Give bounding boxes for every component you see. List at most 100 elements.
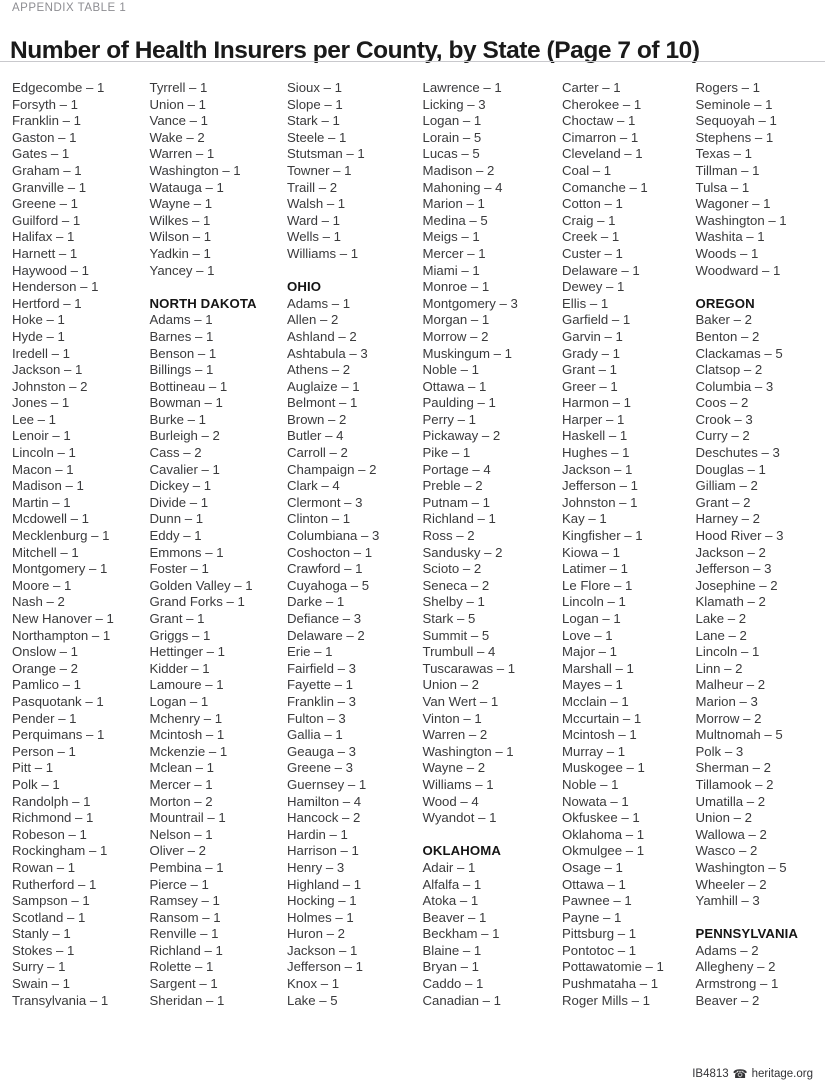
county-entry: Warren – 2 xyxy=(422,727,488,743)
county-entry: Haywood – 1 xyxy=(12,262,89,278)
county-entry: Polk – 3 xyxy=(695,743,744,759)
county-entry: Emmons – 1 xyxy=(149,544,224,560)
county-columns: Edgecombe – 1 Forsyth – 1 Franklin – 1 Gast… xyxy=(0,80,825,1025)
county-entry: Carter – 1 xyxy=(562,80,621,95)
county-entry: Johnston – 2 xyxy=(12,378,88,394)
column-spacer xyxy=(150,279,276,296)
county-entry: Marion – 3 xyxy=(695,693,758,709)
county-entry: Pitt – 1 xyxy=(12,760,54,776)
county-entry: Orange – 2 xyxy=(12,660,78,676)
county-entry: Pender – 1 xyxy=(12,710,77,726)
county-entry: Lane – 2 xyxy=(695,627,747,643)
county-entry: Clackamas – 5 xyxy=(695,345,783,361)
county-entry: Douglas – 1 xyxy=(695,461,766,477)
county-entry: Billings – 1 xyxy=(149,362,214,378)
county-entry: Ellis – 1 xyxy=(562,295,609,311)
column-4: Lawrence – 1 Licking – 3 Logan – 1 Lorain –… xyxy=(413,80,551,1009)
county-entry: Clinton – 1 xyxy=(287,511,351,527)
county-entry: Lee – 1 xyxy=(12,411,56,427)
county-entry: Creek – 1 xyxy=(562,229,620,245)
title-divider xyxy=(0,61,825,62)
county-entry: Pierce – 1 xyxy=(149,876,209,892)
county-entry: Clark – 4 xyxy=(287,478,340,494)
county-entry: Pickaway – 2 xyxy=(422,428,501,444)
county-entry: Harper – 1 xyxy=(562,411,625,427)
county-entry: Stanly – 1 xyxy=(12,926,71,942)
county-entry: Columbiana – 3 xyxy=(287,528,380,544)
county-entry: Sioux – 1 xyxy=(287,80,342,95)
county-entry: Rowan – 1 xyxy=(12,859,76,875)
county-entry: Scotland – 1 xyxy=(12,909,86,925)
county-entry: Washington – 1 xyxy=(695,212,787,228)
county-entry: Scioto – 2 xyxy=(422,561,482,577)
county-entry: Carroll – 2 xyxy=(287,445,348,461)
county-entry: Lamoure – 1 xyxy=(149,677,224,693)
county-entry: Dunn – 1 xyxy=(149,511,204,527)
county-entry: Roger Mills – 1 xyxy=(562,992,650,1008)
county-entry: Nowata – 1 xyxy=(562,793,629,809)
page-footer: IB4813 ☎ heritage.org xyxy=(692,1068,813,1080)
county-entry: Canadian – 1 xyxy=(422,992,501,1008)
heritage-mark-icon: ☎ xyxy=(732,1067,748,1081)
county-entry: Clermont – 3 xyxy=(287,494,363,510)
county-entry: Wallowa – 2 xyxy=(695,826,767,842)
county-entry: Cavalier – 1 xyxy=(149,461,220,477)
county-entry: Wake – 2 xyxy=(149,129,205,145)
county-entry: Morgan – 1 xyxy=(422,312,490,328)
county-entry: Monroe – 1 xyxy=(422,279,490,295)
county-entry: Linn – 2 xyxy=(695,660,743,676)
county-entry: Jackson – 2 xyxy=(695,544,766,560)
county-entry: Lake – 2 xyxy=(695,611,747,626)
county-entry: New Hanover – 1 xyxy=(12,611,114,626)
county-entry: Jefferson – 1 xyxy=(287,959,364,975)
county-entry: Beaver – 2 xyxy=(695,992,760,1008)
county-entry: Bottineau – 1 xyxy=(149,378,228,394)
county-entry: Muskogee – 1 xyxy=(562,760,645,776)
county-entry: Custer – 1 xyxy=(562,245,623,261)
county-entry: Pushmataha – 1 xyxy=(562,976,659,992)
county-entry: Wilson – 1 xyxy=(149,229,212,245)
county-entry: Richland – 1 xyxy=(422,511,496,527)
county-entry: Mclean – 1 xyxy=(149,760,215,776)
column-1: Edgecombe – 1 Forsyth – 1 Franklin – 1 Gast… xyxy=(0,80,138,1009)
county-entry: Montgomery – 3 xyxy=(422,295,518,311)
county-entry: Seminole – 1 xyxy=(695,96,773,112)
county-entry: Washington – 1 xyxy=(422,743,514,759)
county-entry: Garfield – 1 xyxy=(562,312,631,328)
county-entry: Macon – 1 xyxy=(12,461,74,477)
county-entry: Lincoln – 1 xyxy=(695,644,760,660)
county-entry: Harney – 2 xyxy=(695,511,761,527)
county-entry: Cherokee – 1 xyxy=(562,96,642,112)
county-entry: Stark – 1 xyxy=(287,113,340,129)
county-entry: Stutsman – 1 xyxy=(287,146,365,162)
county-entry: Williams – 1 xyxy=(422,776,494,792)
county-entry: Greene – 3 xyxy=(287,760,353,776)
county-entry: Burke – 1 xyxy=(149,411,206,427)
county-entry: Onslow – 1 xyxy=(12,644,78,660)
county-entry: Putnam – 1 xyxy=(422,494,490,510)
column-spacer xyxy=(696,910,825,927)
county-entry: Washington – 1 xyxy=(149,162,241,178)
county-entry: Butler – 4 xyxy=(287,428,344,444)
county-entry: Lorain – 5 xyxy=(422,129,482,145)
county-entry: Sampson – 1 xyxy=(12,893,90,909)
county-entry: Transylvania – 1 xyxy=(12,992,109,1008)
county-entry: Pamlico – 1 xyxy=(12,677,81,693)
county-entry: Pontotoc – 1 xyxy=(562,942,637,958)
county-entry: Mecklenburg – 1 xyxy=(12,528,110,544)
county-entry: Jackson – 1 xyxy=(562,461,633,477)
county-entry: Delaware – 2 xyxy=(287,627,365,643)
county-entry: Alfalfa – 1 xyxy=(422,876,482,892)
county-entry: Ottawa – 1 xyxy=(422,378,487,394)
county-entry: Henderson – 1 xyxy=(12,279,99,295)
county-entry: Randolph – 1 xyxy=(12,793,91,809)
county-entry: Mitchell – 1 xyxy=(12,544,79,560)
county-entry: Renville – 1 xyxy=(149,926,219,942)
county-entry: Barnes – 1 xyxy=(149,328,214,344)
county-entry: Lenoir – 1 xyxy=(12,428,71,444)
county-entry: Pike – 1 xyxy=(422,445,471,461)
county-entry: Meigs – 1 xyxy=(422,229,480,245)
county-entry: Craig – 1 xyxy=(562,212,616,228)
county-entry: Pembina – 1 xyxy=(149,859,224,875)
county-entry: Woodward – 1 xyxy=(695,262,781,278)
